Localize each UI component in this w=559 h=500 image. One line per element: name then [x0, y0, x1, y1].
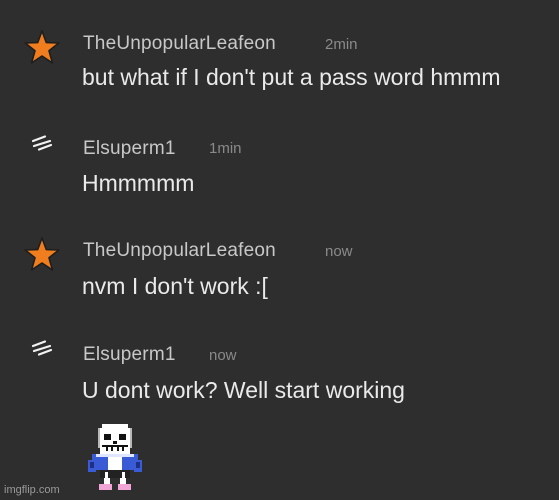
timestamp: now	[325, 243, 353, 260]
message-text: nvm I don't work :[	[82, 273, 268, 299]
watermark: imgflip.com	[4, 484, 60, 496]
lightning-bolt-icon	[31, 340, 53, 356]
avatar[interactable]	[24, 30, 60, 66]
timestamp: 2min	[325, 36, 358, 53]
message-text: U dont work? Well start working	[82, 377, 405, 403]
star-icon	[24, 237, 60, 271]
avatar[interactable]	[30, 133, 54, 153]
author-name[interactable]: Elsuperm1	[83, 344, 176, 366]
star-icon	[24, 30, 60, 64]
timestamp: now	[209, 347, 237, 364]
author-name[interactable]: TheUnpopularLeafeon	[83, 240, 276, 262]
timestamp: 1min	[209, 140, 242, 157]
author-name[interactable]: Elsuperm1	[83, 138, 176, 160]
skeleton-sticker-icon	[88, 424, 142, 490]
lightning-bolt-icon	[31, 135, 53, 151]
skeleton-sticker	[88, 424, 142, 492]
message-text: but what if I don't put a pass word hmmm	[82, 64, 501, 90]
avatar[interactable]	[30, 338, 54, 358]
avatar[interactable]	[24, 237, 60, 273]
author-name[interactable]: TheUnpopularLeafeon	[83, 33, 276, 55]
message-text: Hmmmmm	[82, 170, 195, 196]
